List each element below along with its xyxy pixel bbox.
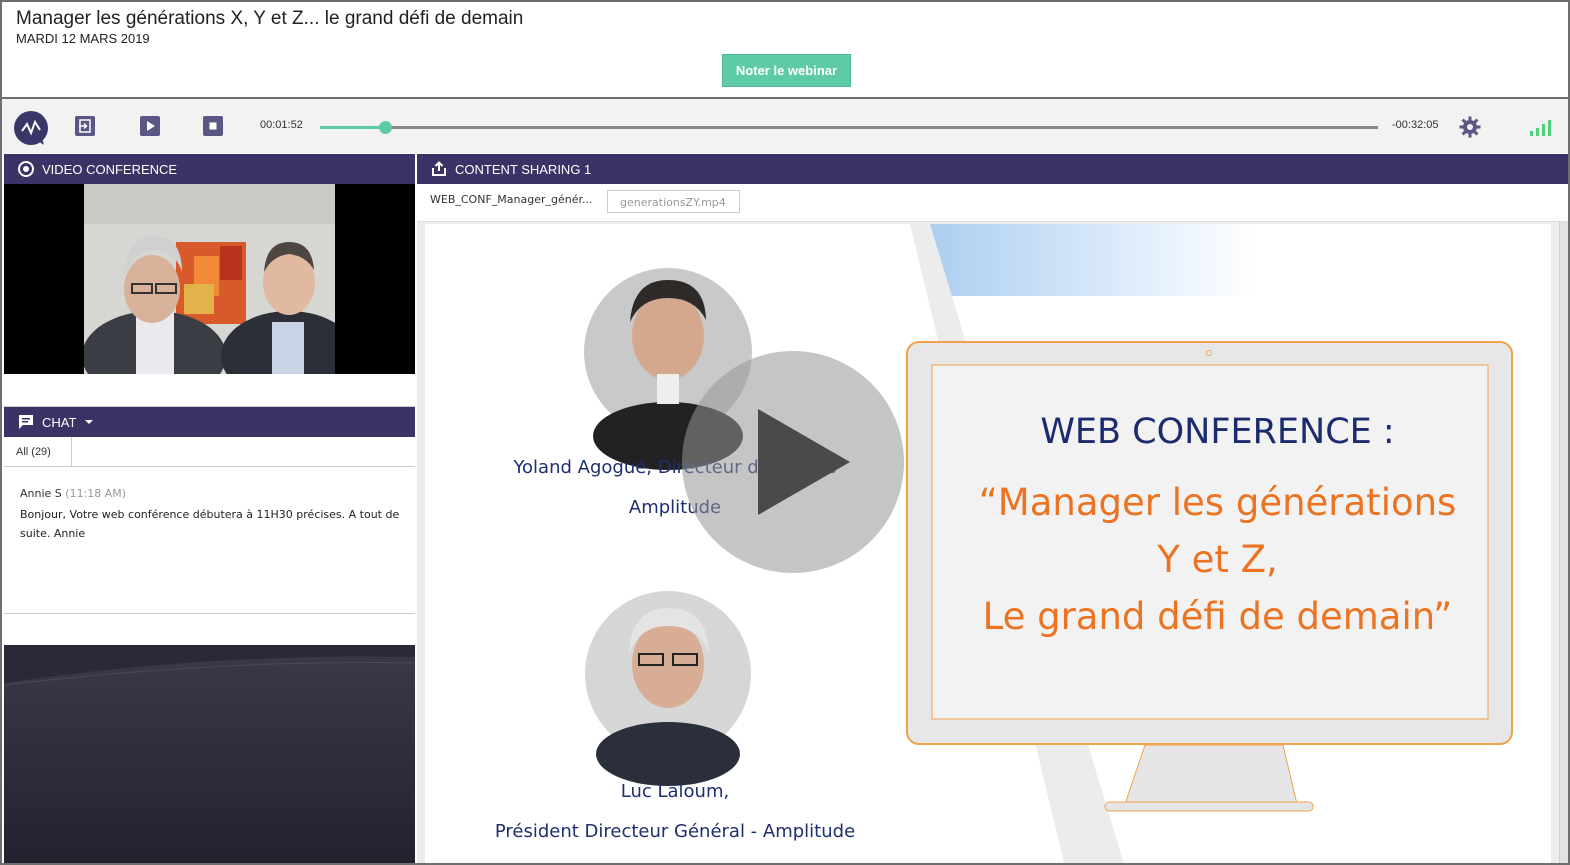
upload-icon [430,160,448,178]
author-name: Annie S [20,487,62,500]
chat-header[interactable]: CHAT [4,407,415,437]
file-tabs: WEB_CONF_Manager_génér... generationsZY.… [417,184,1568,222]
play-icon[interactable] [140,116,160,136]
progress-handle[interactable] [379,121,392,134]
speaker2-name: Luc Laloum, [620,781,730,802]
slide-heading: WEB CONFERENCE : [1040,412,1395,452]
player-bar: 00:01:52 -00:32:05 [2,97,1568,153]
vertical-scrollbar[interactable] [1559,222,1568,863]
video-footer [4,374,415,407]
chat-tabs: All (29) [4,437,415,467]
chat-messages: Annie S (11:18 AM) Bonjour, Votre web co… [4,467,415,613]
chat-tab-all[interactable]: All (29) [4,437,72,467]
exit-icon[interactable] [75,116,95,136]
chat-input[interactable] [4,613,415,645]
play-triangle-icon [758,409,850,515]
chat-message-author: Annie S (11:18 AM) [20,487,126,500]
slide-quote: “Manager les générations Y et Z, Le gran… [935,474,1500,645]
page-title: Manager les générations X, Y et Z... le … [16,8,524,29]
chat-bubble-icon [17,413,35,431]
progress-fill [320,126,385,129]
gear-icon[interactable] [1458,115,1482,139]
event-date: MARDI 12 MARS 2019 [16,31,150,46]
signal-strength-icon [1529,117,1555,137]
file-tab-presentation[interactable]: WEB_CONF_Manager_génér... [417,184,605,222]
shared-content-area: Yoland Agogué, Directeur de Projets Ampl… [417,222,1568,863]
remaining-time: -00:32:05 [1392,119,1439,131]
elapsed-time: 00:01:52 [260,119,303,131]
video-feed [4,184,415,374]
video-conference-header: VIDEO CONFERENCE [4,154,415,184]
webinar-window: Manager les générations X, Y et Z... le … [0,0,1570,865]
rate-webinar-button[interactable]: Noter le webinar [722,54,851,87]
message-time: (11:18 AM) [65,487,127,500]
header: Manager les générations X, Y et Z... le … [2,2,1568,97]
progress-track[interactable] [320,121,1378,134]
target-icon [17,160,35,178]
decorative-panel [4,645,415,863]
speaker2-title: Président Directeur Général - Amplitude [494,821,856,842]
stop-icon[interactable] [203,116,223,136]
content-sharing-header: CONTENT SHARING 1 [417,154,1568,184]
chevron-down-icon[interactable] [84,415,94,430]
chat-message-text: Bonjour, Votre web conférence débutera à… [20,508,400,540]
presentation-slide: Yoland Agogué, Directeur de Projets Ampl… [425,224,1551,863]
video-conference-label: VIDEO CONFERENCE [42,162,178,177]
quote-line-2: Y et Z, [1157,538,1278,581]
video-image [84,184,335,374]
file-tab-video[interactable]: generationsZY.mp4 [607,190,740,213]
app-logo-icon [14,111,48,145]
content-sharing-label: CONTENT SHARING 1 [455,162,592,177]
chat-label: CHAT [42,415,77,430]
quote-line-1: “Manager les générations [978,481,1457,524]
quote-line-3: Le grand défi de demain” [982,595,1453,638]
play-overlay-button[interactable] [682,351,904,573]
